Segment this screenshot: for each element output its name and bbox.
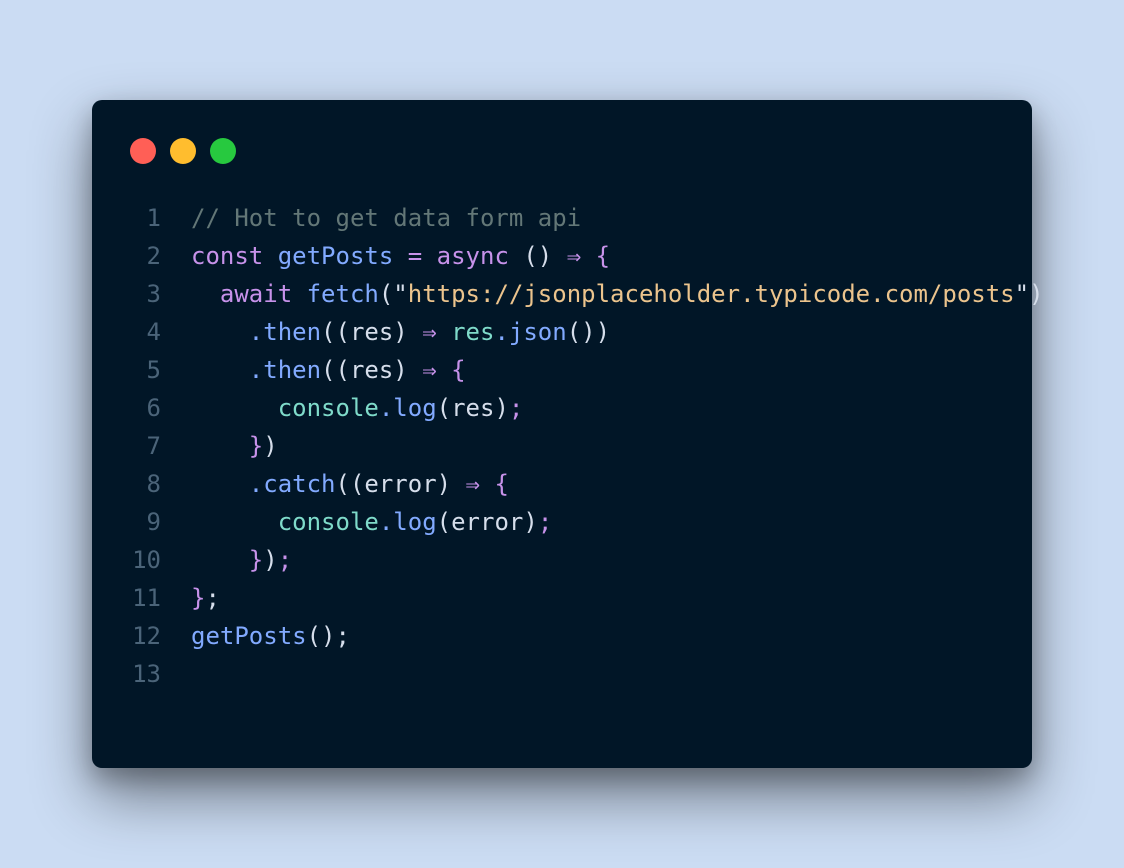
code-line: 11}; <box>92 579 1032 617</box>
line-number: 9 <box>146 508 161 536</box>
window-controls <box>130 138 236 164</box>
code-token: ; <box>277 546 293 574</box>
code-line: 7 }) <box>92 427 1032 465</box>
code-token: then <box>263 318 322 346</box>
code-token: https://jsonplaceholder.typicode.com/pos… <box>407 280 1015 308</box>
maximize-dot-icon[interactable] <box>210 138 236 164</box>
code-text: await fetch("https://jsonplaceholder.typ… <box>191 275 1044 313</box>
code-token: . <box>378 508 394 536</box>
code-token: { <box>581 242 611 270</box>
code-token: } <box>191 432 264 460</box>
code-token: . <box>191 356 264 384</box>
code-token: ; <box>508 394 524 422</box>
code-token: . <box>378 394 394 422</box>
code-block: 1 // Hot to get data form api 2 const getPo… <box>92 199 1044 693</box>
code-token: console <box>191 508 379 536</box>
code-token: ) <box>263 432 278 460</box>
code-token: json <box>508 318 567 346</box>
code-token: // Hot to get data form api <box>191 204 582 232</box>
code-text: .catch((error) ⇒ { <box>191 465 1011 503</box>
line-number: 4 <box>146 318 161 346</box>
code-token: ⇒ <box>465 470 480 498</box>
code-token: ⇒ <box>422 356 437 384</box>
code-line: 10 }); <box>92 541 1032 579</box>
code-token: ()) <box>566 318 611 346</box>
code-token: . <box>191 470 264 498</box>
code-text: }) <box>191 427 1011 465</box>
code-text: const getPosts = async () ⇒ { <box>191 237 1011 275</box>
code-line: 6 console.log(res); <box>92 389 1032 427</box>
code-line: 4 .then((res) ⇒ res.json()) <box>92 313 1032 351</box>
code-token: ; <box>205 584 220 612</box>
code-token: ) <box>263 546 278 574</box>
code-token: ((res) <box>321 356 423 384</box>
code-token: ((res) <box>321 318 423 346</box>
code-token: ((error) <box>335 470 466 498</box>
code-window: 1 // Hot to get data form api 2 const getPo… <box>92 100 1044 768</box>
code-token: { <box>436 356 466 384</box>
code-token: (error) <box>436 508 538 536</box>
code-token: ⇒ <box>422 318 437 346</box>
line-number: 11 <box>132 584 161 612</box>
line-number: 1 <box>146 204 161 232</box>
code-token: console <box>191 394 379 422</box>
code-line: 8 .catch((error) ⇒ { <box>92 465 1032 503</box>
code-token: catch <box>263 470 336 498</box>
code-token: ") <box>1014 280 1044 308</box>
code-line: 12 getPosts(); <box>92 617 1032 655</box>
code-token: } <box>191 546 264 574</box>
code-token: } <box>191 584 206 612</box>
code-token: ; <box>335 622 350 650</box>
close-dot-icon[interactable] <box>130 138 156 164</box>
code-token: log <box>393 508 437 536</box>
code-text: getPosts(); <box>191 617 1011 655</box>
code-token: const <box>191 242 278 270</box>
code-text: // Hot to get data form api <box>191 199 1011 237</box>
code-text: console.log(error); <box>191 503 1011 541</box>
code-line: 3 await fetch("https://jsonplaceholder.t… <box>92 275 1044 313</box>
code-line: 1 // Hot to get data form api <box>92 199 1032 237</box>
code-line: 5 .then((res) ⇒ { <box>92 351 1032 389</box>
code-token: log <box>393 394 437 422</box>
line-number: 12 <box>132 622 161 650</box>
code-token: then <box>263 356 322 384</box>
code-line: 9 console.log(error); <box>92 503 1032 541</box>
line-number: 3 <box>146 280 161 308</box>
code-token: . <box>191 318 264 346</box>
code-line: 13 <box>92 655 1032 693</box>
code-token: (" <box>378 280 408 308</box>
code-token: getPosts <box>191 622 307 650</box>
code-token: () <box>508 242 567 270</box>
code-token: await <box>191 280 307 308</box>
line-number: 6 <box>146 394 161 422</box>
code-token: { <box>480 470 509 498</box>
line-number: 5 <box>146 356 161 384</box>
code-token: res <box>436 318 495 346</box>
code-token: ; <box>537 508 553 536</box>
code-text: }); <box>191 541 1011 579</box>
code-token: fetch <box>306 280 379 308</box>
line-number: 2 <box>146 242 161 270</box>
code-token: getPosts <box>277 242 394 270</box>
code-token: async <box>436 242 509 270</box>
line-number: 10 <box>132 546 161 574</box>
line-number: 13 <box>132 660 161 688</box>
code-text: console.log(res); <box>191 389 1011 427</box>
code-token: () <box>306 622 336 650</box>
code-text: .then((res) ⇒ { <box>191 351 1011 389</box>
code-token: (res) <box>436 394 509 422</box>
code-line: 2 const getPosts = async () ⇒ { <box>92 237 1032 275</box>
code-text: .then((res) ⇒ res.json()) <box>191 313 1011 351</box>
minimize-dot-icon[interactable] <box>170 138 196 164</box>
line-number: 7 <box>146 432 161 460</box>
code-token: ⇒ <box>566 242 582 270</box>
code-token: = <box>393 242 437 270</box>
code-token: . <box>494 318 509 346</box>
line-number: 8 <box>146 470 161 498</box>
code-text: }; <box>191 579 1011 617</box>
